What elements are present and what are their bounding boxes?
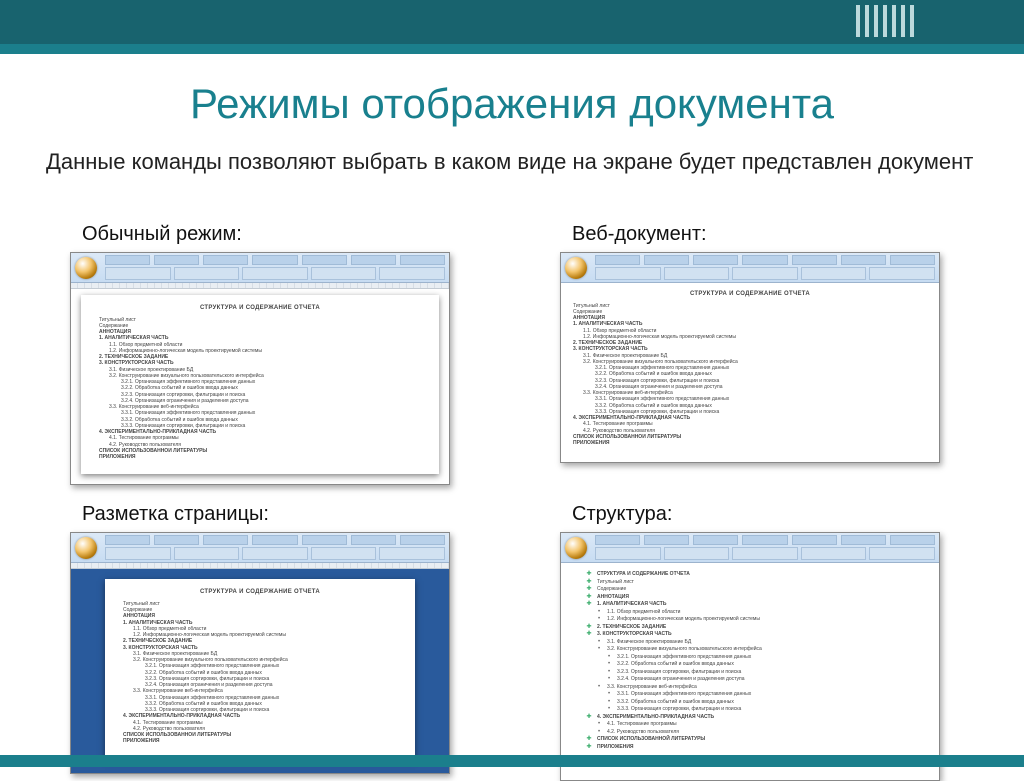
outline-row: 3.3. Конструирование веб-интерфейса	[595, 684, 929, 692]
outline-row: 3.3.1. Организация эффективного представ…	[605, 691, 929, 699]
label-outline: Структура:	[572, 503, 990, 526]
outline-row: ПРИЛОЖЕНИЯ	[585, 744, 929, 752]
doc-heading: СТРУКТУРА И СОДЕРЖАНИЕ ОТЧЕТА	[573, 291, 927, 299]
doc-heading: СТРУКТУРА И СОДЕРЖАНИЕ ОТЧЕТА	[597, 571, 690, 577]
toc: Титульный листСодержаниеАННОТАЦИЯ1. АНАЛ…	[99, 317, 421, 461]
outline-row: 3.2.3. Организация сортировки, фильтраци…	[605, 669, 929, 677]
slide-subtitle: Данные команды позволяют выбрать в каком…	[46, 146, 976, 178]
work-area: СТРУКТУРА И СОДЕРЖАНИЕ ОТЧЕТА Титульный л…	[561, 563, 939, 780]
cell-normal: Обычный режим: СТРУКТУРА И СОДЕРЖАНИЕ ОТ…	[70, 223, 500, 485]
outline-row: 4. ЭКСПЕРИМЕНТАЛЬНО-ПРИКЛАДНАЯ ЧАСТЬ	[585, 714, 929, 722]
cell-pagelayout: Разметка страницы: СТРУКТУРА И СОДЕРЖАНИ…	[70, 503, 500, 781]
toc: Титульный листСодержаниеАННОТАЦИЯ1. АНАЛ…	[573, 303, 927, 447]
outline-row: СТРУКТУРА И СОДЕРЖАНИЕ ОТЧЕТА	[585, 571, 929, 579]
outline-row: Содержание	[585, 586, 929, 594]
word-ribbon	[71, 253, 449, 283]
footer-bar	[0, 755, 1024, 767]
work-area: СТРУКТУРА И СОДЕРЖАНИЕ ОТЧЕТА Титульный …	[71, 569, 449, 772]
outline-row: 3.3.2. Обработка событий и ошибок ввода …	[605, 699, 929, 707]
cell-web: Веб-документ: СТРУКТУРА И СОДЕРЖАНИЕ ОТЧ…	[560, 223, 990, 485]
toc-line: ПРИЛОЖЕНИЯ	[573, 440, 927, 446]
doc-heading: СТРУКТУРА И СОДЕРЖАНИЕ ОТЧЕТА	[99, 305, 421, 313]
outline-row: 3.2. Конструирование визуального пользов…	[595, 646, 929, 654]
screenshots-grid: Обычный режим: СТРУКТУРА И СОДЕРЖАНИЕ ОТ…	[70, 223, 970, 781]
outline-row: АННОТАЦИЯ	[585, 594, 929, 602]
outline-body: СТРУКТУРА И СОДЕРЖАНИЕ ОТЧЕТА Титульный л…	[585, 571, 929, 751]
outline-row: Титульный лист	[585, 579, 929, 587]
screenshot-page-layout: СТРУКТУРА И СОДЕРЖАНИЕ ОТЧЕТА Титульный …	[70, 532, 450, 773]
word-ribbon	[71, 533, 449, 563]
toc: Титульный листСодержаниеАННОТАЦИЯ1. АНАЛ…	[123, 601, 397, 745]
slide: Режимы отображения документа Данные кома…	[0, 0, 1024, 767]
header-decoration	[856, 5, 914, 37]
outline-row: 2. ТЕХНИЧЕСКОЕ ЗАДАНИЕ	[585, 624, 929, 632]
label-web: Веб-документ:	[572, 223, 990, 246]
work-area: СТРУКТУРА И СОДЕРЖАНИЕ ОТЧЕТА Титульный …	[561, 283, 939, 462]
outline-row: 1.2. Информационно-логическая модель про…	[595, 616, 929, 624]
cell-outline: Структура: СТРУКТУРА И СОДЕРЖАНИЕ ОТЧЕТА…	[560, 503, 990, 781]
header-accent	[0, 44, 1024, 54]
screenshot-normal-view: СТРУКТУРА И СОДЕРЖАНИЕ ОТЧЕТА Титульный …	[70, 252, 450, 485]
outline-row: 3.2.2. Обработка событий и ошибок ввода …	[605, 661, 929, 669]
slide-title: Режимы отображения документа	[0, 80, 1024, 128]
work-area: СТРУКТУРА И СОДЕРЖАНИЕ ОТЧЕТА Титульный …	[71, 289, 449, 484]
toc-line: ПРИЛОЖЕНИЯ	[99, 454, 421, 460]
word-ribbon	[561, 533, 939, 563]
label-normal: Обычный режим:	[82, 223, 500, 246]
outline-row: 1. АНАЛИТИЧЕСКАЯ ЧАСТЬ	[585, 601, 929, 609]
toc-line: ПРИЛОЖЕНИЯ	[123, 738, 397, 744]
doc-heading: СТРУКТУРА И СОДЕРЖАНИЕ ОТЧЕТА	[123, 589, 397, 597]
outline-row: 3.3.3. Организация сортировки, фильтраци…	[605, 706, 929, 714]
label-pagelayout: Разметка страницы:	[82, 503, 500, 526]
outline-row: 3.2.4. Организация ограничения и разделе…	[605, 676, 929, 684]
outline-row: СПИСОК ИСПОЛЬЗОВАННОЙ ЛИТЕРАТУРЫ	[585, 736, 929, 744]
screenshot-web-layout: СТРУКТУРА И СОДЕРЖАНИЕ ОТЧЕТА Титульный …	[560, 252, 940, 463]
outline-row: 4.1. Тестирование программы	[595, 721, 929, 729]
outline-row: 3. КОНСТРУКТОРСКАЯ ЧАСТЬ	[585, 631, 929, 639]
word-ribbon	[561, 253, 939, 283]
header-bar	[0, 0, 1024, 44]
screenshot-outline-view: СТРУКТУРА И СОДЕРЖАНИЕ ОТЧЕТА Титульный л…	[560, 532, 940, 781]
